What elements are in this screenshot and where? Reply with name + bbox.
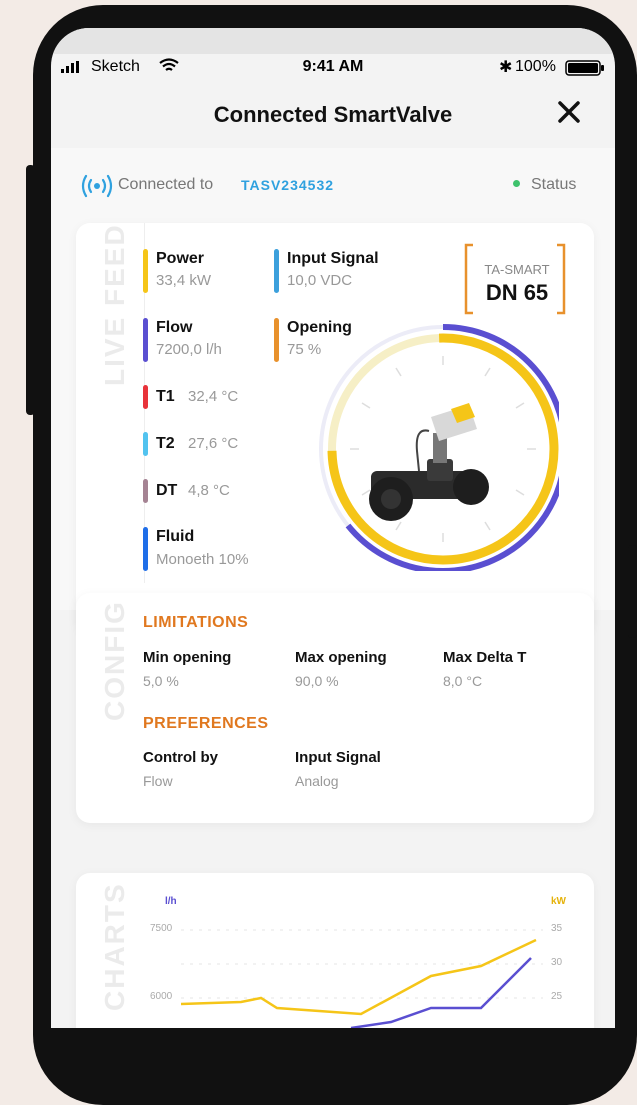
control-by-value: Flow: [143, 773, 173, 789]
min-opening-label: Min opening: [143, 649, 232, 666]
t2-name: T2: [156, 435, 175, 452]
t2-value: 27,6 °C: [188, 435, 239, 452]
fluid-name: Fluid: [156, 528, 195, 545]
opening-value: 75 %: [287, 341, 322, 358]
phone-side-button-left: [26, 165, 35, 415]
left-axis-unit: l/h: [165, 896, 177, 907]
input-signal-name: Input Signal: [287, 250, 379, 267]
close-icon[interactable]: [553, 96, 585, 128]
right-axis-unit: kW: [551, 896, 566, 907]
valve-gauge: [319, 324, 559, 571]
charts-label: CHARTS: [99, 882, 130, 1011]
right-tick-25: 25: [551, 991, 563, 1002]
power-series-line: [181, 938, 537, 1016]
input-signal-value: 10,0 VDC: [287, 272, 353, 289]
flow-series-line: [350, 957, 532, 1028]
screen: Sketch 9:41 AM ✱ 100% Connected SmartVal…: [51, 28, 615, 1028]
dt-name: DT: [156, 482, 178, 499]
power-name: Power: [156, 250, 205, 267]
max-delta-t-label: Max Delta T: [443, 649, 527, 666]
t1-name: T1: [156, 388, 175, 405]
dt-bar: [143, 479, 148, 503]
power-bar: [143, 249, 148, 293]
max-opening-label: Max opening: [295, 649, 387, 666]
chart-plot: [181, 929, 543, 1028]
bluetooth-icon: ✱: [499, 59, 513, 76]
control-by-label: Control by: [143, 749, 218, 766]
status-label[interactable]: Status: [531, 176, 576, 194]
connected-label: Connected to: [118, 176, 214, 193]
model-size: DN 65: [485, 280, 549, 305]
t2-bar: [143, 432, 148, 456]
left-tick-7500: 7500: [150, 923, 173, 934]
status-dot-icon: [513, 180, 520, 187]
input-signal-bar: [274, 249, 279, 293]
limitations-title: LIMITATIONS: [143, 614, 249, 631]
min-opening-value: 5,0 %: [143, 673, 179, 689]
config-label: CONFIG: [99, 600, 130, 721]
battery-percent: 100%: [515, 58, 556, 75]
chart-gridlines: [181, 929, 543, 999]
power-value: 33,4 kW: [156, 272, 212, 289]
phone-side-button-right: [628, 545, 637, 638]
page-title: Connected SmartValve: [213, 102, 453, 127]
fluid-value: Monoeth 10%: [156, 551, 249, 568]
top-strip: [51, 28, 615, 54]
dt-value: 4,8 °C: [188, 482, 230, 499]
t1-value: 32,4 °C: [188, 388, 239, 405]
max-opening-value: 90,0 %: [295, 673, 339, 689]
opening-bar: [274, 318, 279, 362]
flow-bar: [143, 318, 148, 362]
preferences-title: PREFERENCES: [143, 715, 269, 732]
flow-name: Flow: [156, 319, 193, 336]
live-feed-label: LIVE FEED: [99, 223, 130, 386]
status-bar: Sketch 9:41 AM ✱ 100%: [51, 54, 615, 82]
max-delta-t-value: 8,0 °C: [443, 673, 483, 689]
model-name: TA-SMART: [484, 262, 550, 277]
nav-bar: Connected SmartValve: [51, 82, 615, 148]
device-id[interactable]: TASV234532: [241, 177, 334, 193]
right-tick-35: 35: [551, 923, 563, 934]
right-tick-30: 30: [551, 957, 563, 968]
left-tick-6000: 6000: [150, 991, 173, 1002]
battery-icon: [565, 60, 604, 76]
t1-bar: [143, 385, 148, 409]
input-signal-pref-value: Analog: [295, 773, 339, 789]
flow-value: 7200,0 l/h: [156, 341, 222, 358]
input-signal-pref-label: Input Signal: [295, 749, 381, 766]
fluid-bar: [143, 527, 148, 571]
wireless-icon: [81, 174, 113, 198]
